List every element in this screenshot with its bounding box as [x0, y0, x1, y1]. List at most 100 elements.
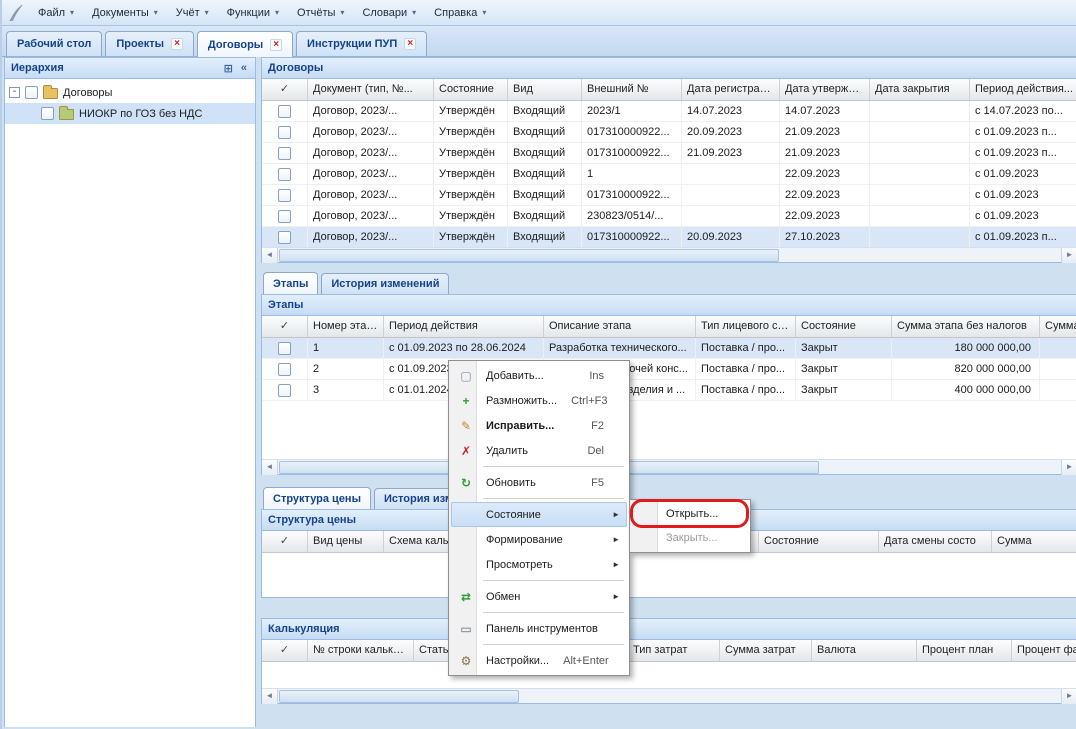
tree-search-icon[interactable]: ⊞ — [222, 62, 235, 75]
context-menu-item[interactable]: Состояние► — [451, 502, 627, 527]
row-checkbox[interactable] — [278, 384, 291, 397]
column-header[interactable]: Состояние — [434, 79, 508, 100]
column-header[interactable]: № строки калькул... — [308, 640, 414, 661]
tab[interactable]: Рабочий стол — [6, 31, 102, 56]
column-header[interactable]: Тип затрат — [628, 640, 720, 661]
select-all-column-header[interactable]: ✓ — [262, 79, 308, 100]
table-row[interactable]: Договор, 2023/...УтверждёнВходящий2023/1… — [262, 101, 1076, 122]
column-header[interactable]: Сумма — [992, 531, 1076, 552]
submenu-item[interactable]: Закрыть... — [632, 526, 748, 550]
context-menu-item[interactable]: ▢Добавить...Ins — [451, 363, 627, 388]
table-row[interactable]: Договор, 2023/...УтверждёнВходящий230823… — [262, 206, 1076, 227]
context-menu-item[interactable]: ↻ОбновитьF5 — [451, 470, 627, 495]
column-header[interactable]: Сумма — [1040, 316, 1076, 337]
scroll-left-icon[interactable]: ◄ — [262, 460, 278, 475]
scroll-right-icon[interactable]: ► — [1061, 248, 1076, 263]
column-header[interactable]: Тип лицевого счёт — [696, 316, 796, 337]
scroll-right-icon[interactable]: ► — [1061, 460, 1076, 475]
select-all-column-header[interactable]: ✓ — [262, 531, 308, 552]
context-menu-item[interactable]: ✗УдалитьDel — [451, 438, 627, 463]
menubar-item[interactable]: Документы▾ — [84, 3, 166, 23]
menubar-item[interactable]: Файл▾ — [30, 3, 82, 23]
context-menu-item[interactable]: ✎Исправить...F2 — [451, 413, 627, 438]
context-menu-item[interactable]: ▭Панель инструментов — [451, 616, 627, 641]
table-row[interactable]: Договор, 2023/...УтверждёнВходящий017310… — [262, 227, 1076, 248]
table-row[interactable]: Договор, 2023/...УтверждёнВходящий017310… — [262, 122, 1076, 143]
tab[interactable]: Этапы — [263, 272, 318, 294]
column-header[interactable]: Вид — [508, 79, 582, 100]
table-row[interactable]: 1с 01.09.2023 по 28.06.2024Разработка те… — [262, 338, 1076, 359]
menubar-item[interactable]: Справка▾ — [426, 3, 494, 23]
calculation-h-scrollbar[interactable]: ◄ ► — [262, 688, 1076, 703]
menubar-item[interactable]: Словари▾ — [354, 3, 424, 23]
table-row[interactable]: Договор, 2023/...УтверждёнВходящий017310… — [262, 185, 1076, 206]
scroll-thumb[interactable] — [279, 249, 779, 262]
row-checkbox[interactable] — [278, 189, 291, 202]
context-menu-item[interactable]: ⇄Обмен► — [451, 584, 627, 609]
node-checkbox[interactable] — [25, 86, 38, 99]
scroll-thumb[interactable] — [279, 690, 519, 703]
table-row[interactable]: 2с 01.09.2023 по 28.06.2024Разработка ра… — [262, 359, 1076, 380]
table-row[interactable]: Договор, 2023/...УтверждёнВходящий122.09… — [262, 164, 1076, 185]
tree-node[interactable]: -Договоры — [5, 82, 255, 103]
contracts-h-scrollbar[interactable]: ◄ ► — [262, 247, 1076, 262]
row-checkbox[interactable] — [278, 105, 291, 118]
menu-shortcut: Ins — [575, 370, 604, 382]
row-checkbox[interactable] — [278, 342, 291, 355]
scroll-left-icon[interactable]: ◄ — [262, 689, 278, 704]
menubar-item[interactable]: Отчёты▾ — [289, 3, 352, 23]
row-checkbox[interactable] — [278, 210, 291, 223]
tab[interactable]: Проекты× — [105, 31, 194, 56]
tab[interactable]: Структура цены — [263, 487, 371, 509]
node-checkbox[interactable] — [41, 107, 54, 120]
tab-close-icon[interactable]: × — [270, 39, 282, 51]
table-row[interactable]: 3с 01.01.2024 по 28.06.2024Изготовление … — [262, 380, 1076, 401]
column-header[interactable]: Номер этапа — [308, 316, 384, 337]
column-header[interactable]: Состояние — [796, 316, 892, 337]
context-menu-item[interactable]: +Размножить...Ctrl+F3 — [451, 388, 627, 413]
column-header[interactable]: Дата утверждения — [780, 79, 870, 100]
scroll-right-icon[interactable]: ► — [1061, 689, 1076, 704]
column-header[interactable]: Описание этапа — [544, 316, 696, 337]
menubar-item[interactable]: Учёт▾ — [168, 3, 217, 23]
column-header[interactable]: Внешний № — [582, 79, 682, 100]
collapse-panel-icon[interactable]: « — [239, 62, 249, 74]
context-menu-item[interactable]: Формирование► — [451, 527, 627, 552]
column-header[interactable]: Период действия... — [970, 79, 1076, 100]
column-header[interactable]: Валюта — [812, 640, 917, 661]
column-header[interactable]: Сумма этапа без налогов — [892, 316, 1040, 337]
menubar-item[interactable]: Функции▾ — [219, 3, 287, 23]
select-all-column-header[interactable]: ✓ — [262, 316, 308, 337]
column-header[interactable]: Документ (тип, №... — [308, 79, 434, 100]
column-header[interactable]: Дата смены состо — [879, 531, 992, 552]
context-menu-item[interactable]: ⚙Настройки...Alt+Enter — [451, 648, 627, 673]
tab[interactable]: Договоры× — [197, 31, 293, 57]
row-checkbox[interactable] — [278, 363, 291, 376]
column-header[interactable]: Процент план — [917, 640, 1012, 661]
row-checkbox[interactable] — [278, 147, 291, 160]
tab[interactable]: История изменений — [321, 273, 449, 294]
row-checkbox[interactable] — [278, 126, 291, 139]
tab-close-icon[interactable]: × — [404, 38, 416, 50]
select-all-column-header[interactable]: ✓ — [262, 640, 308, 661]
table-row[interactable]: Договор, 2023/...УтверждёнВходящий017310… — [262, 143, 1076, 164]
submenu-item[interactable]: Открыть... — [632, 502, 748, 526]
table-cell: Поставка / про... — [696, 380, 796, 400]
row-checkbox[interactable] — [278, 231, 291, 244]
context-menu-item[interactable]: Просмотреть► — [451, 552, 627, 577]
column-header[interactable]: Дата регистрации — [682, 79, 780, 100]
tab[interactable]: Инструкции ПУП× — [296, 31, 427, 56]
tab-close-icon[interactable]: × — [171, 38, 183, 50]
row-checkbox[interactable] — [278, 168, 291, 181]
column-header[interactable]: Сумма затрат — [720, 640, 812, 661]
scroll-left-icon[interactable]: ◄ — [262, 248, 278, 263]
column-header[interactable]: Состояние — [759, 531, 879, 552]
stages-h-scrollbar[interactable]: ◄ ► — [262, 459, 1076, 474]
tree-node[interactable]: НИОКР по ГОЗ без НДС — [5, 103, 255, 124]
table-cell: Входящий — [508, 143, 582, 163]
column-header[interactable]: Период действия — [384, 316, 544, 337]
expander-icon[interactable]: - — [9, 87, 20, 98]
column-header[interactable]: Дата закрытия — [870, 79, 970, 100]
column-header[interactable]: Процент факт — [1012, 640, 1076, 661]
column-header[interactable]: Вид цены — [308, 531, 384, 552]
